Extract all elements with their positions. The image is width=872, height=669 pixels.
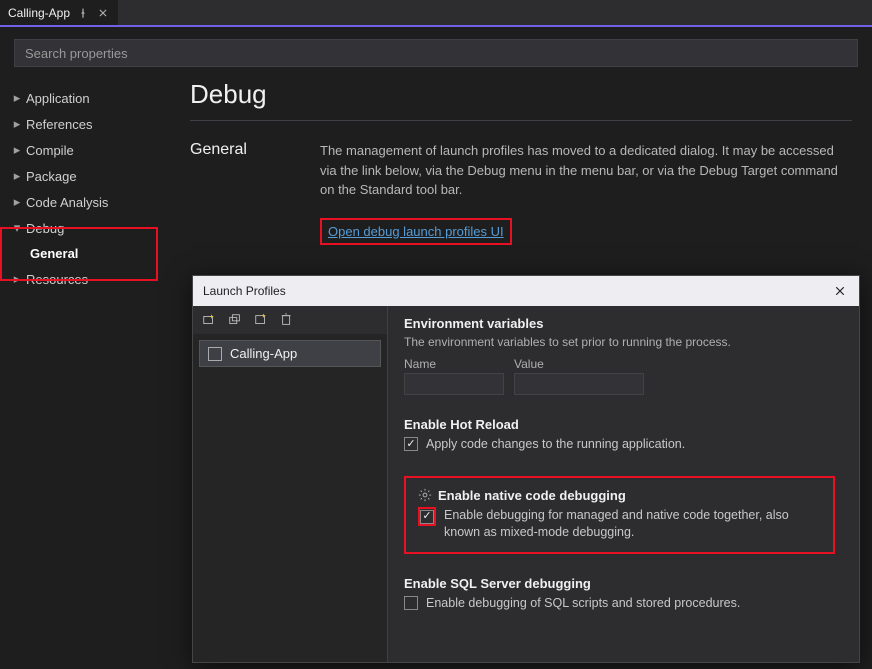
gear-icon: [418, 488, 432, 502]
highlight-box: Open debug launch profiles UI: [320, 218, 512, 246]
close-icon[interactable]: [96, 6, 110, 20]
env-value-label: Value: [514, 357, 644, 371]
env-vars-title: Environment variables: [404, 316, 835, 331]
highlight-box: Enable native code debugging Enable debu…: [404, 476, 835, 554]
hot-reload-check-label: Apply code changes to the running applic…: [426, 436, 685, 454]
profile-list-pane: Calling-App: [193, 306, 388, 662]
env-name-label: Name: [404, 357, 504, 371]
chevron-right-icon: ▸: [12, 168, 22, 184]
nav-label: Resources: [26, 272, 88, 287]
env-name-input[interactable]: [404, 373, 504, 395]
profile-list: Calling-App: [193, 334, 387, 662]
search-bar: [14, 39, 858, 67]
chevron-right-icon: ▸: [12, 116, 22, 132]
dialog-title-text: Launch Profiles: [203, 284, 286, 298]
profile-settings-pane[interactable]: Environment variables The environment va…: [388, 306, 859, 662]
nav-label: Package: [26, 169, 77, 184]
env-vars-block: Environment variables The environment va…: [404, 316, 835, 395]
hot-reload-checkbox[interactable]: [404, 437, 418, 451]
tab-calling-app[interactable]: Calling-App: [0, 0, 118, 25]
profile-toolbar: [193, 306, 387, 334]
dialog-close-button[interactable]: [831, 282, 849, 300]
nav-item-compile[interactable]: ▸ Compile: [4, 137, 166, 163]
hot-reload-title: Enable Hot Reload: [404, 417, 835, 432]
general-description: The management of launch profiles has mo…: [320, 141, 852, 200]
nav-item-application[interactable]: ▸ Application: [4, 85, 166, 111]
nav-label: Application: [26, 91, 90, 106]
launch-profiles-dialog: Launch Profiles Calling-App: [192, 275, 860, 663]
env-vars-desc: The environment variables to set prior t…: [404, 335, 835, 349]
project-icon: [208, 347, 222, 361]
rename-profile-icon[interactable]: [253, 312, 269, 328]
nav-item-code-analysis[interactable]: ▸ Code Analysis: [4, 189, 166, 215]
chevron-right-icon: ▸: [12, 271, 22, 287]
dialog-titlebar: Launch Profiles: [193, 276, 859, 306]
profile-item-label: Calling-App: [230, 346, 297, 361]
tab-title: Calling-App: [8, 6, 70, 20]
native-debug-title: Enable native code debugging: [438, 488, 626, 503]
project-properties-window: Calling-App ▸ Application ▸ References ▸: [0, 0, 872, 669]
nav-item-references[interactable]: ▸ References: [4, 111, 166, 137]
native-debug-checkbox[interactable]: [420, 510, 434, 524]
tab-strip: Calling-App: [0, 0, 872, 27]
nav-label: Code Analysis: [26, 195, 108, 210]
nav-item-debug-general[interactable]: General: [4, 241, 166, 266]
chevron-right-icon: ▸: [12, 194, 22, 210]
nav-label: Compile: [26, 143, 74, 158]
env-value-input[interactable]: [514, 373, 644, 395]
profile-item-calling-app[interactable]: Calling-App: [199, 340, 381, 367]
properties-nav: ▸ Application ▸ References ▸ Compile ▸ P…: [0, 79, 170, 669]
sql-debug-check-label: Enable debugging of SQL scripts and stor…: [426, 595, 740, 613]
nav-label: Debug: [26, 221, 64, 236]
pin-icon[interactable]: [76, 6, 90, 20]
hot-reload-block: Enable Hot Reload Apply code changes to …: [404, 417, 835, 454]
chevron-down-icon: ▾: [12, 220, 22, 236]
native-debug-check-label: Enable debugging for managed and native …: [444, 507, 821, 542]
sql-debug-block: Enable SQL Server debugging Enable debug…: [404, 576, 835, 613]
highlight-box: [418, 507, 436, 526]
nav-item-debug[interactable]: ▾ Debug: [4, 215, 166, 241]
delete-profile-icon[interactable]: [279, 312, 295, 328]
nav-item-resources[interactable]: ▸ Resources: [4, 266, 166, 292]
chevron-right-icon: ▸: [12, 90, 22, 106]
nav-label: References: [26, 117, 92, 132]
page-title: Debug: [190, 79, 852, 110]
chevron-right-icon: ▸: [12, 142, 22, 158]
section-label-general: General: [190, 141, 290, 245]
search-input[interactable]: [25, 46, 847, 61]
new-profile-icon[interactable]: [201, 312, 217, 328]
divider: [190, 120, 852, 121]
duplicate-profile-icon[interactable]: [227, 312, 243, 328]
sql-debug-title: Enable SQL Server debugging: [404, 576, 835, 591]
open-launch-profiles-link[interactable]: Open debug launch profiles UI: [328, 224, 504, 239]
nav-item-package[interactable]: ▸ Package: [4, 163, 166, 189]
sql-debug-checkbox[interactable]: [404, 596, 418, 610]
nav-label: General: [30, 246, 78, 261]
